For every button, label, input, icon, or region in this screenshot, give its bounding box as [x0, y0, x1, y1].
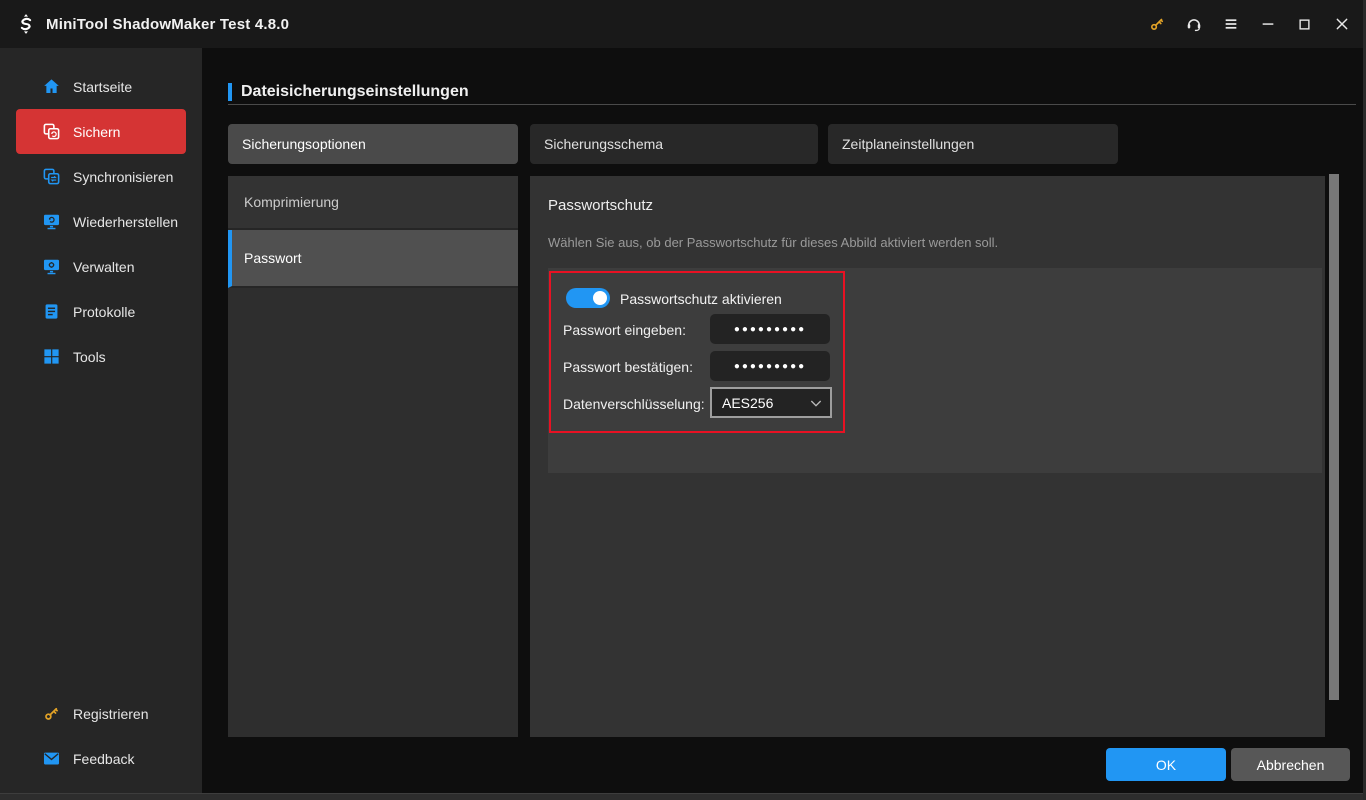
sidebar-item-label: Tools [73, 348, 106, 365]
header-separator [228, 104, 1356, 105]
chevron-down-icon [808, 395, 824, 411]
mail-icon [42, 749, 61, 768]
option-komprimierung[interactable]: Komprimierung [228, 176, 518, 230]
titlebar-actions [1138, 0, 1360, 48]
sidebar-item-wiederherstellen[interactable]: Wiederherstellen [16, 199, 186, 244]
sidebar-item-registrieren[interactable]: Registrieren [16, 691, 186, 736]
sidebar-item-label: Startseite [73, 78, 133, 95]
toggle-label: Passwortschutz aktivieren [620, 291, 782, 307]
sidebar-item-verwalten[interactable]: Verwalten [16, 244, 186, 289]
encryption-dropdown[interactable]: AES256 [710, 387, 832, 418]
option-label: Komprimierung [244, 194, 339, 210]
encryption-label: Datenverschlüsselung: [563, 396, 705, 412]
backup-icon [42, 122, 61, 141]
license-key-icon[interactable] [1138, 0, 1175, 48]
menu-icon[interactable] [1212, 0, 1249, 48]
app-window: MiniTool ShadowMaker Test 4.8.0 Startsei… [0, 0, 1366, 800]
tab-sicherungsschema[interactable]: Sicherungsschema [530, 124, 818, 164]
password-protection-toggle[interactable] [566, 288, 610, 308]
sidebar-item-label: Wiederherstellen [73, 213, 179, 230]
confirm-password-input[interactable]: ●●●●●●●●● [710, 351, 830, 381]
titlebar: MiniTool ShadowMaker Test 4.8.0 [0, 0, 1366, 48]
minimize-icon[interactable] [1249, 0, 1286, 48]
password-input[interactable]: ●●●●●●●●● [710, 314, 830, 344]
option-passwort[interactable]: Passwort [228, 230, 518, 288]
window-title: MiniTool ShadowMaker Test 4.8.0 [46, 15, 290, 33]
option-label: Passwort [244, 250, 302, 266]
sidebar-item-label: Sichern [73, 123, 121, 140]
page-title: Dateisicherungseinstellungen [241, 83, 469, 100]
sidebar: Startseite Sichern Synchronisieren Wiede… [0, 48, 202, 793]
tab-label: Zeitplaneinstellungen [842, 136, 975, 152]
key-icon [42, 704, 61, 723]
restore-icon [42, 212, 61, 231]
close-icon[interactable] [1323, 0, 1360, 48]
panel-description: Wählen Sie aus, ob der Passwortschutz fü… [548, 235, 999, 250]
manage-icon [42, 257, 61, 276]
ok-button[interactable]: OK [1106, 748, 1226, 781]
vertical-scrollbar[interactable] [1329, 174, 1339, 700]
support-headset-icon[interactable] [1175, 0, 1212, 48]
sidebar-item-protokolle[interactable]: Protokolle [16, 289, 186, 334]
sidebar-item-sichern[interactable]: Sichern [16, 109, 186, 154]
tab-sicherungsoptionen[interactable]: Sicherungsoptionen [228, 124, 518, 164]
confirm-password-label: Passwort bestätigen: [563, 359, 693, 375]
toggle-knob [593, 291, 607, 305]
sidebar-item-label: Protokolle [73, 303, 136, 320]
tab-label: Sicherungsschema [544, 136, 664, 152]
sidebar-item-label: Verwalten [73, 258, 135, 275]
maximize-icon[interactable] [1286, 0, 1323, 48]
panel-heading: Passwortschutz [548, 197, 654, 214]
sync-icon [42, 167, 61, 186]
tools-icon [42, 347, 61, 366]
password-label: Passwort eingeben: [563, 322, 686, 338]
sidebar-footer: Registrieren Feedback [0, 691, 202, 781]
sidebar-item-label: Feedback [73, 750, 135, 767]
encryption-selected-value: AES256 [722, 394, 774, 411]
sidebar-item-feedback[interactable]: Feedback [16, 736, 186, 781]
sidebar-item-startseite[interactable]: Startseite [16, 64, 186, 109]
sidebar-item-tools[interactable]: Tools [16, 334, 186, 379]
page-title-accent-bar [228, 83, 232, 101]
window-bottom-edge [0, 793, 1366, 800]
sidebar-item-label: Synchronisieren [73, 168, 174, 185]
sidebar-nav: Startseite Sichern Synchronisieren Wiede… [0, 48, 202, 379]
sidebar-item-synchronisieren[interactable]: Synchronisieren [16, 154, 186, 199]
cancel-button[interactable]: Abbrechen [1231, 748, 1350, 781]
tab-label: Sicherungsoptionen [242, 136, 366, 152]
shadowmaker-logo-icon [14, 12, 38, 36]
home-icon [42, 77, 61, 96]
logs-icon [42, 302, 61, 321]
sidebar-item-label: Registrieren [73, 705, 149, 722]
tab-zeitplaneinstellungen[interactable]: Zeitplaneinstellungen [828, 124, 1118, 164]
options-list-panel: Komprimierung Passwort [228, 176, 518, 737]
